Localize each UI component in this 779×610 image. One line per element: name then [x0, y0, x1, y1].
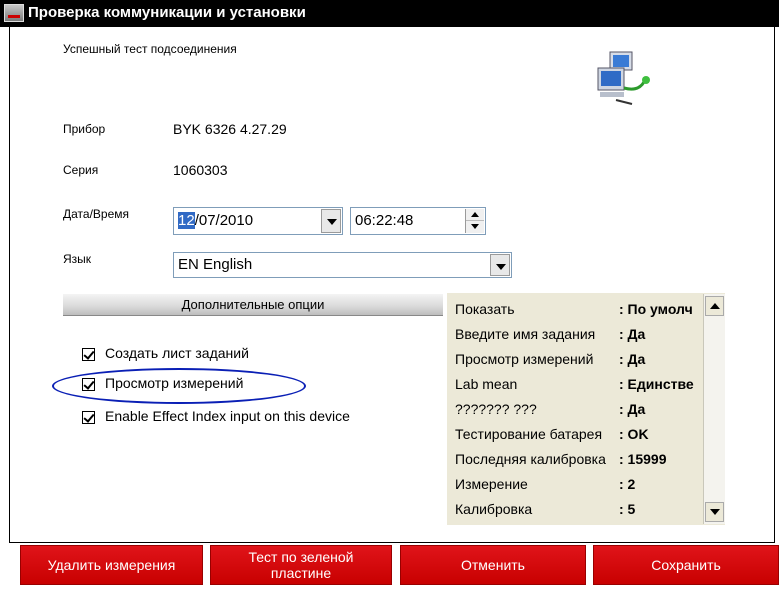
date-picker[interactable]: 12/07/2010	[173, 207, 343, 235]
settings-list[interactable]: Показать : По умолч Введите имя задания …	[447, 293, 725, 525]
language-value: EN English	[178, 256, 253, 273]
series-value: 1060303	[173, 162, 228, 178]
delete-measurements-button[interactable]: Удалить измерения	[20, 545, 203, 585]
list-item-value: : Да	[619, 326, 646, 342]
list-item: Введите имя задания	[455, 326, 596, 342]
list-item: Калибровка	[455, 501, 533, 517]
window-title: Проверка коммуникации и установки	[28, 4, 306, 21]
network-computer-icon	[597, 51, 650, 105]
options-header: Дополнительные опции	[63, 294, 443, 316]
date-day-selected: 12	[178, 212, 195, 229]
green-plate-test-button[interactable]: Тест по зеленой пластине	[210, 545, 392, 585]
date-dropdown-button[interactable]	[321, 209, 341, 233]
settings-scrollbar[interactable]	[703, 294, 725, 524]
language-select[interactable]: EN English	[173, 252, 512, 278]
device-value: BYK 6326 4.27.29	[173, 121, 287, 137]
language-label: Язык	[63, 252, 92, 266]
language-dropdown-button[interactable]	[490, 254, 510, 276]
list-item: Lab mean	[455, 376, 518, 392]
list-item-value: : 5	[619, 501, 636, 517]
time-value: 06:22:48	[355, 212, 414, 229]
status-text: Успешный тест подсоединения	[63, 42, 237, 56]
list-item: Тестирование батарея	[455, 426, 603, 442]
checkbox-create-sheet-label[interactable]: Создать лист заданий	[105, 345, 249, 361]
title-bar: Проверка коммуникации и установки	[0, 0, 779, 27]
list-item-value: : Единстве	[619, 376, 694, 392]
list-item-value: : По умолч	[619, 301, 693, 317]
list-item-value: : Да	[619, 401, 646, 417]
list-item-value: : Да	[619, 351, 646, 367]
scroll-down-arrow-icon[interactable]	[705, 502, 724, 522]
checkbox-effect-index[interactable]	[82, 411, 95, 424]
list-item-value: : OK	[619, 426, 649, 442]
app-logo-icon	[4, 4, 24, 22]
list-item-value: : 2	[619, 476, 636, 492]
list-item: Измерение	[455, 476, 528, 492]
date-rest: /07/2010	[194, 212, 254, 229]
time-up-arrow-icon[interactable]	[466, 209, 484, 221]
checkbox-effect-index-label[interactable]: Enable Effect Index input on this device	[105, 408, 350, 424]
list-item-value: : 15999	[619, 451, 667, 467]
list-item: Просмотр измерений	[455, 351, 594, 367]
time-spinner[interactable]	[465, 209, 484, 233]
checkbox-create-sheet[interactable]	[82, 348, 95, 361]
time-field[interactable]: 06:22:48	[350, 207, 486, 235]
save-button[interactable]: Сохранить	[593, 545, 779, 585]
cancel-button[interactable]: Отменить	[400, 545, 586, 585]
scroll-up-arrow-icon[interactable]	[705, 296, 724, 316]
device-label: Прибор	[63, 122, 106, 136]
list-item: Показать	[455, 301, 515, 317]
annotation-ellipse	[52, 368, 306, 404]
datetime-label: Дата/Время	[63, 207, 130, 221]
list-item: ??????? ???	[455, 401, 537, 417]
series-label: Серия	[63, 163, 99, 177]
list-item: Последняя калибровка	[455, 451, 606, 467]
time-down-arrow-icon[interactable]	[466, 221, 484, 233]
